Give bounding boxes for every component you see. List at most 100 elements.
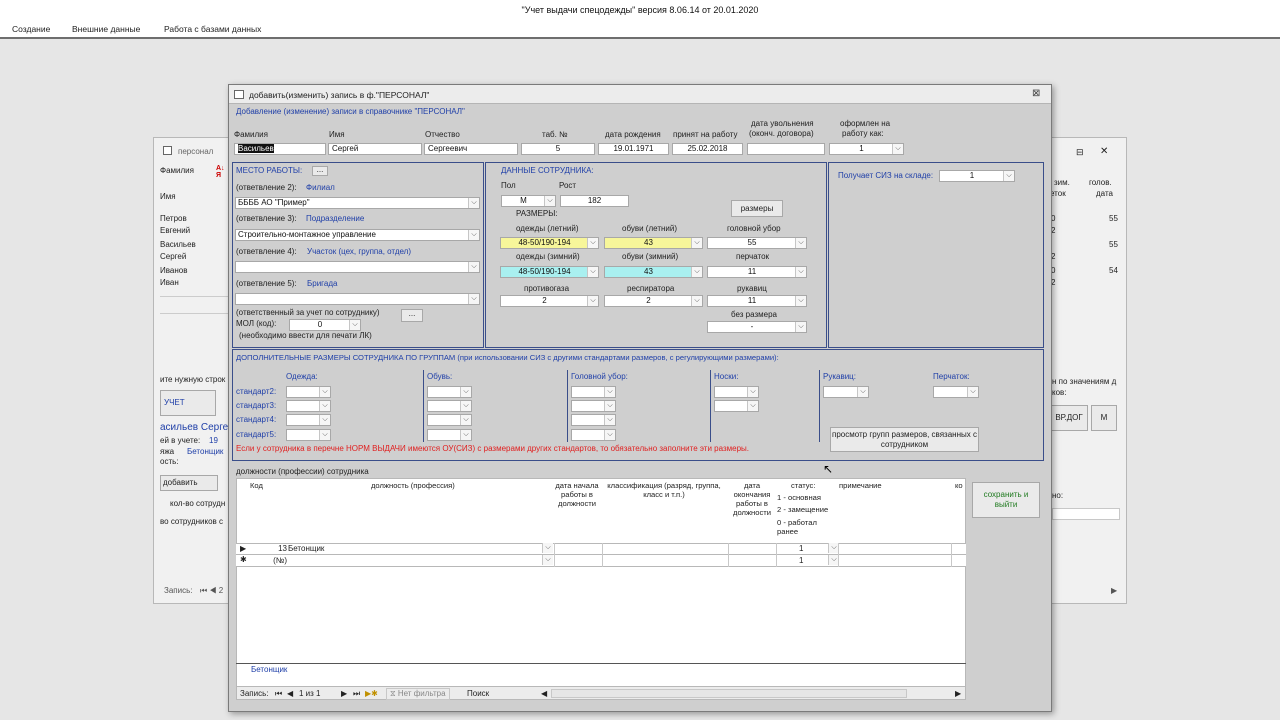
ribbon-tab-create[interactable]: Создание (12, 24, 50, 34)
new-record-icon[interactable]: ▶✱ (365, 689, 378, 698)
positions-footer-value: Бетонщик (251, 665, 288, 674)
headwear-select[interactable]: 55 ⌵ (707, 237, 807, 249)
clothes-winter-select[interactable]: 48-50/190-194 ⌵ (500, 266, 599, 278)
hire-date-label: принят на работу (673, 130, 738, 139)
table-row-new[interactable] (236, 555, 966, 567)
chevron-down-icon: ⌵ (604, 387, 615, 397)
warehouse-select[interactable]: 1 ⌵ (939, 170, 1015, 182)
bg-row-3[interactable]: Васильев (160, 240, 230, 252)
sex-select[interactable]: М ⌵ (501, 195, 556, 207)
shoes-std3-select[interactable]: ⌵ (427, 400, 472, 412)
clothes-std4-select[interactable]: ⌵ (286, 414, 331, 426)
first-record-icon[interactable]: ⏮ (275, 689, 282, 699)
sort-icon[interactable]: А↓ Я (216, 165, 225, 179)
respirator-select[interactable]: 2 ⌵ (604, 295, 703, 307)
save-and-exit-button[interactable]: сохранить и выйти (972, 482, 1040, 518)
clothes-summer-select[interactable]: 48-50/190-194 ⌵ (500, 237, 599, 249)
standard4-label: стандарт4: (236, 415, 277, 424)
shoes-std2-select[interactable]: ⌵ (427, 386, 472, 398)
shoes-summer-select[interactable]: 43 ⌵ (604, 237, 703, 249)
bg-vrdog-button[interactable]: ВР.ДОГ (1050, 405, 1088, 431)
position-dropdown[interactable]: ⌵ (539, 555, 553, 567)
birth-date-field[interactable]: 19.01.1971 (598, 143, 669, 155)
bg-m-button[interactable]: М (1091, 405, 1117, 431)
gloves-std2-select[interactable]: ⌵ (933, 386, 979, 398)
socks-std2-select[interactable]: ⌵ (714, 386, 759, 398)
headwear-label: головной убор (727, 224, 781, 233)
scroll-left-icon[interactable]: ◀ (541, 689, 547, 698)
clothes-std2-select[interactable]: ⌵ (286, 386, 331, 398)
view-size-groups-button[interactable]: просмотр групп размеров, связанных с сот… (830, 427, 979, 452)
surname-field[interactable]: Васильев (234, 143, 326, 155)
bg-row-4[interactable]: Сергей (160, 252, 230, 264)
shoes-winter-select[interactable]: 43 ⌵ (604, 266, 703, 278)
scroll-right-icon[interactable]: ▶ (955, 689, 961, 698)
division-select[interactable]: Строительно-монтажное управление ⌵ (235, 229, 480, 241)
height-field[interactable]: 182 (560, 195, 629, 207)
responsible-dots-button[interactable]: ... (401, 309, 423, 322)
head-std4-select[interactable]: ⌵ (571, 414, 616, 426)
head-std3-select[interactable]: ⌵ (571, 400, 616, 412)
ribbon-tab-database-tools[interactable]: Работа с базами данных (164, 24, 261, 34)
col-ko: ко (955, 481, 963, 490)
sizes-label: РАЗМЕРЫ: (516, 209, 558, 218)
employment-select[interactable]: 1 ⌵ (829, 143, 904, 155)
dismiss-date-field[interactable] (747, 143, 825, 155)
hire-date-field[interactable]: 25.02.2018 (672, 143, 743, 155)
mittens-std2-select[interactable]: ⌵ (823, 386, 869, 398)
shoes-winter-label: обуви (зимний) (622, 252, 679, 261)
mol-select[interactable]: 0 ⌵ (289, 319, 361, 331)
head-std2-select[interactable]: ⌵ (571, 386, 616, 398)
close-icon[interactable]: ✕ (1100, 146, 1108, 157)
next-record-icon[interactable]: ▶ (341, 689, 347, 698)
bg-scroll-right[interactable]: ▶ (1111, 586, 1117, 595)
mittens-select[interactable]: 11 ⌵ (707, 295, 807, 307)
clothes-summer-label: одежды (летний) (516, 224, 579, 233)
head-std5-select[interactable]: ⌵ (571, 429, 616, 441)
gloves-select[interactable]: 11 ⌵ (707, 266, 807, 278)
respirator-label: респиратора (627, 284, 675, 293)
bg-row-2[interactable]: Евгений (160, 226, 230, 238)
group-mittens-label: Рукавиц: (823, 372, 856, 381)
restore-icon[interactable]: ⊟ (1076, 147, 1084, 158)
bg-record-label: Запись: (164, 586, 193, 595)
site-select[interactable]: ⌵ (235, 261, 480, 273)
bg-record-nav[interactable]: ⏮ ◀ 2 (200, 586, 223, 596)
search-field[interactable]: Поиск (467, 689, 489, 698)
horizontal-scrollbar[interactable] (551, 689, 907, 698)
status-dropdown[interactable]: ⌵ (825, 543, 839, 555)
no-filter-button[interactable]: ⧖ Нет фильтра (386, 688, 450, 700)
clothes-std3-select[interactable]: ⌵ (286, 400, 331, 412)
gasmask-select[interactable]: 2 ⌵ (500, 295, 599, 307)
shoes-std5-select[interactable]: ⌵ (427, 429, 472, 441)
workplace-dots-button[interactable]: ... (312, 166, 328, 176)
table-row[interactable] (236, 543, 966, 555)
nosize-select[interactable]: - ⌵ (707, 321, 807, 333)
last-record-icon[interactable]: ⏭ (353, 689, 360, 699)
status-legend-1: 1 - основная (777, 493, 821, 502)
shoes-std4-select[interactable]: ⌵ (427, 414, 472, 426)
patronymic-field[interactable]: Сергеевич (424, 143, 518, 155)
bg-right-field[interactable] (1052, 508, 1120, 520)
name-field[interactable]: Сергей (328, 143, 422, 155)
bg-row-5[interactable]: Иванов (160, 266, 230, 278)
bg-row-1[interactable]: Петров (160, 214, 230, 226)
clothes-std5-select[interactable]: ⌵ (286, 429, 331, 441)
prev-record-icon[interactable]: ◀ (287, 689, 293, 698)
size-groups-warning: Если у сотрудника в перечне НОРМ ВЫДАЧИ … (236, 444, 750, 453)
bg-no-label: но: (1052, 491, 1064, 500)
sizes-button[interactable]: размеры (731, 200, 783, 217)
record-position[interactable]: 1 из 1 (299, 689, 320, 698)
new-row-code: (№) (273, 556, 287, 565)
ribbon-tab-external-data[interactable]: Внешние данные (72, 24, 140, 34)
position-dropdown[interactable]: ⌵ (539, 543, 553, 555)
bg-add-button[interactable]: добавить (160, 475, 218, 491)
status-dropdown[interactable]: ⌵ (825, 555, 839, 567)
bg-row-6[interactable]: Иван (160, 278, 230, 290)
bg-uchet-button[interactable]: УЧЕТ (160, 390, 216, 416)
brigade-select[interactable]: ⌵ (235, 293, 480, 305)
tab-no-field[interactable]: 5 (521, 143, 595, 155)
close-icon[interactable]: ⊠ (1032, 88, 1040, 99)
branch-select[interactable]: ББББ АО "Пример" ⌵ (235, 197, 480, 209)
socks-std3-select[interactable]: ⌵ (714, 400, 759, 412)
